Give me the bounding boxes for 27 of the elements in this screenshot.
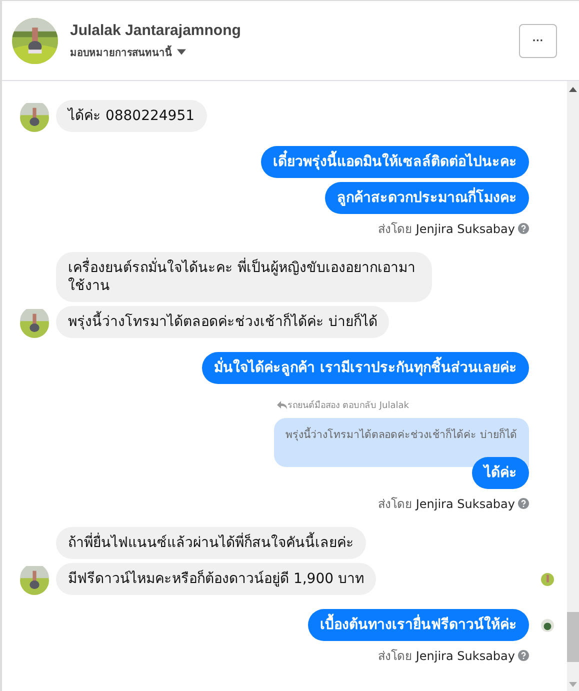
help-icon[interactable]	[518, 498, 529, 509]
reply-label: รถยนต์มือสอง ตอบกลับ Julalak	[288, 399, 409, 412]
message-bubble: มั่นใจได้ค่ะลูกค้า เรามีเราประกันทุกชิ้นส่วนเลยค่ะ	[202, 352, 529, 384]
message-bubble: เดี๋ยวพรุ่งนี้แอดมินให้เซลล์ติดต่อไปนะคะ	[261, 146, 529, 178]
message-bubble: ถ้าพี่ยื่นไฟแนนซ์แล้วผ่านได้พี่ก็สนใจคันนี้เลยค่ะ	[56, 527, 366, 559]
caret-icon[interactable]	[177, 49, 186, 55]
scroll-thumb[interactable]	[567, 612, 579, 662]
message-bubble: มีฟรีดาวน์ไหมคะหรือก็ต้องดาวน์อยู่ดี 1,900 บาท	[56, 563, 376, 595]
more-button[interactable]: ···	[519, 24, 557, 58]
reply-arrow-icon	[276, 401, 287, 409]
assign-conversation-link[interactable]: มอบหมายการสนทนานี้	[70, 44, 172, 60]
help-icon[interactable]	[518, 223, 529, 234]
sent-by-label: ส่งโดย Jenjira Suksabay	[378, 648, 515, 665]
help-icon[interactable]	[518, 650, 529, 661]
sent-by-label: ส่งโดย Jenjira Suksabay	[378, 221, 515, 238]
scrollbar[interactable]	[567, 81, 579, 691]
message-bubble: พรุ่งนี้ว่างโทรมาได้ตลอดค่ะช่วงเช้าก็ได้ค่ะ บ่ายก็ได้	[56, 306, 390, 338]
contact-name: Julalak Jantarajamnong	[70, 22, 242, 38]
message-bubble: เครื่องยนต์รถมั่นใจได้นะคะ พี่เป็นผู้หญิงขับเองอยากเอามาใช้งาน	[56, 252, 432, 302]
message-bubble: ได้ค่ะ 0880224951	[56, 100, 207, 132]
scroll-up-icon[interactable]	[569, 87, 577, 92]
message-bubble: เบื้องต้นทางเรายื่นฟรีดาวน์ให้ค่ะ	[308, 609, 529, 641]
sent-by-label: ส่งโดย Jenjira Suksabay	[378, 496, 515, 513]
seen-avatar-icon	[541, 618, 554, 632]
message-bubble: ลูกค้าสะดวกประมาณกี่โมงคะ	[325, 182, 529, 214]
seen-avatar-icon	[541, 572, 554, 586]
scroll-down-icon[interactable]	[569, 682, 577, 687]
